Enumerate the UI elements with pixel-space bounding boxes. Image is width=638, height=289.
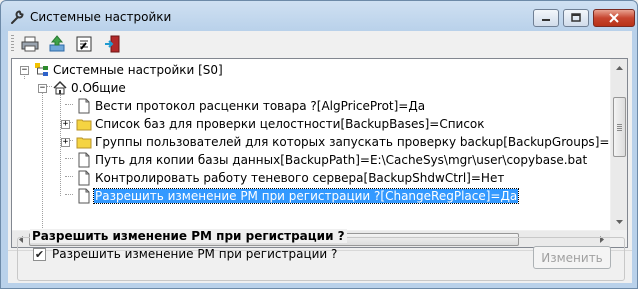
folder-icon xyxy=(76,119,92,131)
tree-item[interactable]: Путь для копии базы данных[BackupPath]=E… xyxy=(12,151,610,169)
settings-window: Системные настройки − Системные настройк… xyxy=(0,0,638,289)
tree-item[interactable]: + Группы пользователей для которых запус… xyxy=(12,133,610,151)
close-icon xyxy=(609,13,619,23)
tree-group-node[interactable]: − 0.Общие xyxy=(12,79,610,97)
detail-caption: Разрешить изменение РМ при регистрации ? xyxy=(30,229,347,243)
scroll-up-arrow[interactable] xyxy=(611,59,627,76)
wrench-icon xyxy=(11,10,24,24)
change-regplace-checkbox[interactable]: ✔ xyxy=(33,248,46,261)
document-icon xyxy=(78,170,90,186)
print-icon xyxy=(21,36,39,52)
export-icon xyxy=(76,36,92,52)
close-button[interactable] xyxy=(593,9,635,27)
refresh-icon xyxy=(49,35,65,52)
tree-item[interactable]: + Список баз для проверки целостности[Ba… xyxy=(12,115,610,133)
tree-item-label: Вести протокол расценки товара ?[AlgPric… xyxy=(95,99,426,113)
collapse-toggle[interactable]: − xyxy=(20,66,29,75)
tree-item-label: Контролировать работу теневого сервера[B… xyxy=(95,171,505,185)
arrow-down-icon xyxy=(616,219,623,224)
export-button[interactable] xyxy=(74,34,94,54)
tree-item-label: Группы пользователей для которых запуска… xyxy=(95,135,610,149)
maximize-button[interactable] xyxy=(563,9,589,27)
arrow-up-icon xyxy=(616,65,623,70)
settings-tree[interactable]: − Системные настройки [S0] − 0.Общие Вес… xyxy=(11,58,628,248)
document-icon xyxy=(78,98,90,114)
tree-item-label: Список баз для проверки целостности[Back… xyxy=(95,117,485,131)
expand-toggle[interactable]: + xyxy=(61,138,70,147)
tree-group-label: 0.Общие xyxy=(71,81,126,95)
folder-icon xyxy=(76,137,92,149)
expand-toggle[interactable]: + xyxy=(61,120,70,129)
vertical-scrollbar[interactable] xyxy=(610,59,627,230)
tree-root-icon xyxy=(35,63,48,76)
tree-root-label: Системные настройки [S0] xyxy=(53,63,223,77)
tree-item[interactable]: Вести протокол расценки товара ?[AlgPric… xyxy=(12,97,610,115)
window-title: Системные настройки xyxy=(30,10,172,24)
collapse-toggle[interactable]: − xyxy=(38,84,47,93)
toolbar-grip[interactable] xyxy=(11,35,14,53)
home-icon xyxy=(53,80,67,95)
tree-root-node[interactable]: − Системные настройки [S0] xyxy=(12,61,610,79)
document-icon xyxy=(78,188,90,204)
minimize-icon xyxy=(542,19,550,21)
minimize-button[interactable] xyxy=(533,9,559,27)
tree-item-label: Путь для копии базы данных[BackupPath]=E… xyxy=(95,153,588,167)
tree-item-label: Разрешить изменение РМ при регистрации ?… xyxy=(92,188,520,204)
scroll-down-arrow[interactable] xyxy=(611,213,627,230)
tree-viewport: − Системные настройки [S0] − 0.Общие Вес… xyxy=(12,59,610,232)
refresh-button[interactable] xyxy=(47,34,67,54)
document-icon xyxy=(78,152,90,168)
title-bar[interactable]: Системные настройки xyxy=(1,1,637,31)
checkbox-label[interactable]: Разрешить изменение РМ при регистрации ? xyxy=(52,247,337,261)
edit-button[interactable]: Изменить xyxy=(533,246,611,269)
toolbar xyxy=(8,31,632,57)
tree-item-selected[interactable]: Разрешить изменение РМ при регистрации ?… xyxy=(12,187,610,205)
vertical-scroll-thumb[interactable] xyxy=(613,97,626,157)
tree-item[interactable]: Контролировать работу теневого сервера[B… xyxy=(12,169,610,187)
exit-button[interactable] xyxy=(103,34,123,54)
print-button[interactable] xyxy=(20,34,40,54)
exit-icon xyxy=(105,35,120,53)
checkmark-icon: ✔ xyxy=(34,248,45,261)
maximize-icon xyxy=(571,13,581,22)
